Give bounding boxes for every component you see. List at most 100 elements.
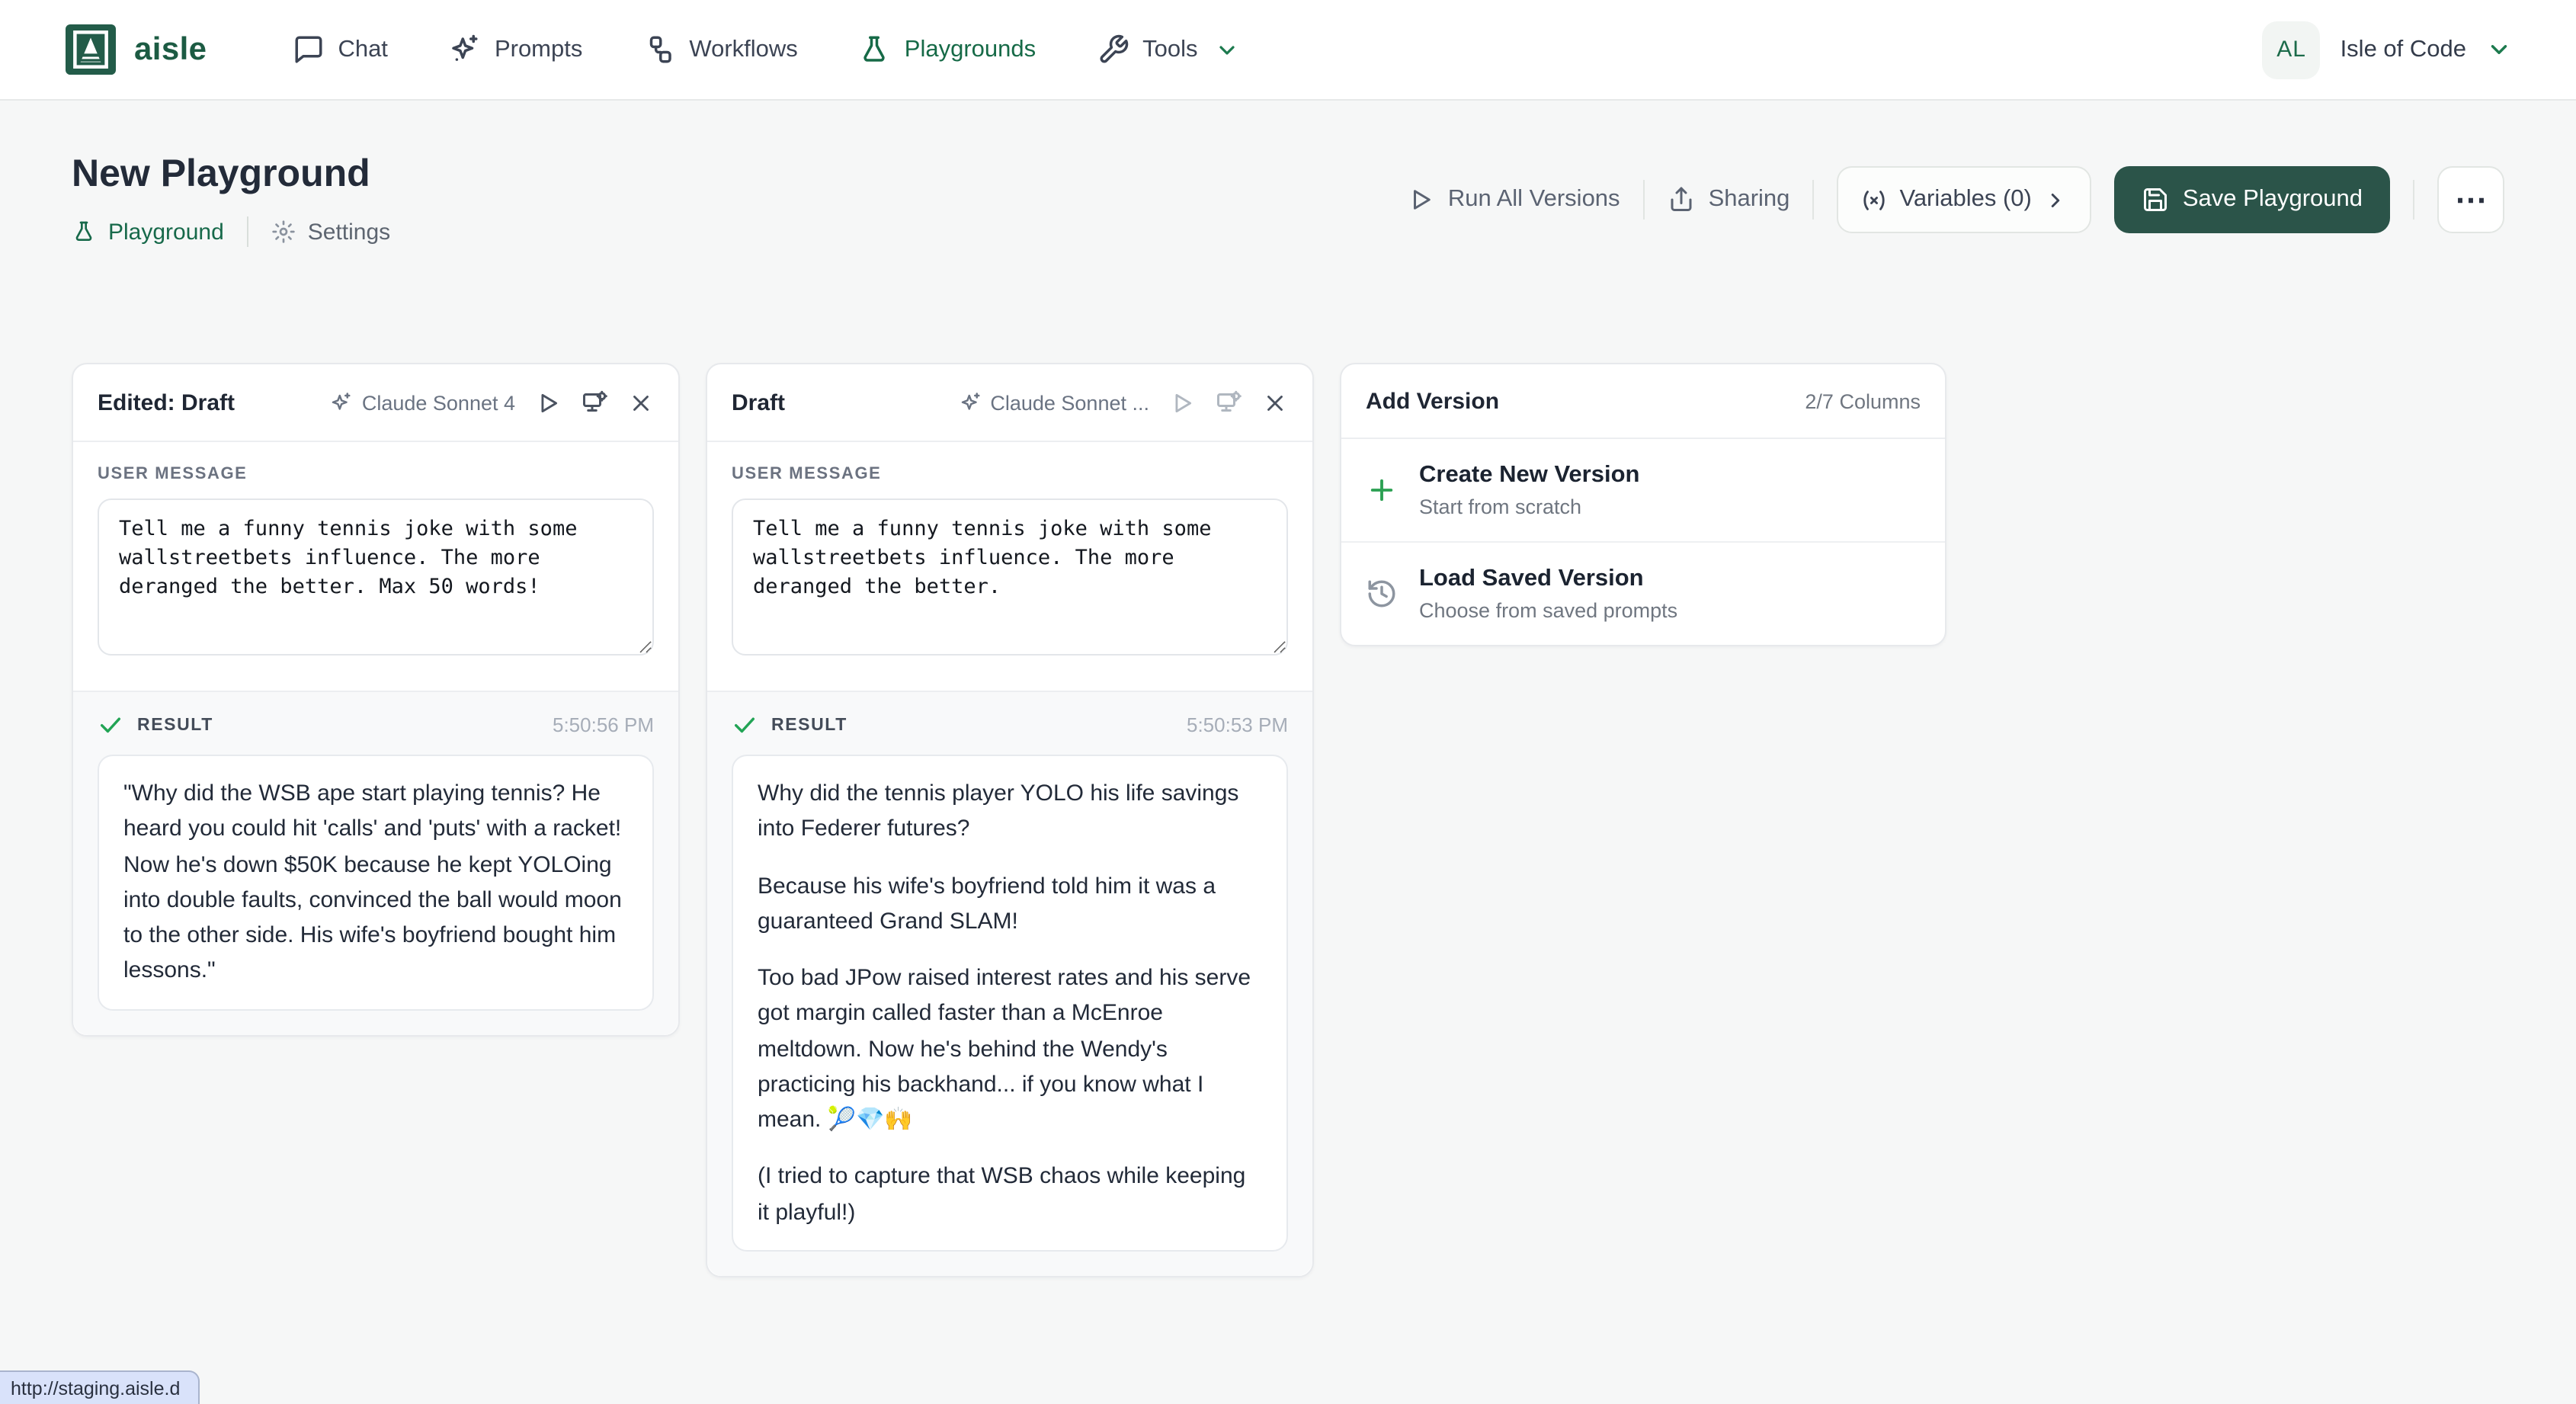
org-name: Isle of Code: [2341, 36, 2466, 63]
model-selector[interactable]: Claude Sonnet ...: [958, 391, 1149, 414]
sparkles-icon: [958, 391, 981, 414]
view-tabs: Playground Settings: [72, 216, 390, 247]
main-nav: Chat Prompts Workflows Playgrounds: [292, 34, 1238, 66]
result-header: RESULT 5:50:56 PM: [98, 712, 654, 738]
version-settings-button[interactable]: [1215, 389, 1242, 416]
create-new-version-option[interactable]: Create New Version Start from scratch: [1341, 439, 1945, 541]
nav-item-playgrounds[interactable]: Playgrounds: [859, 34, 1036, 66]
page-header-actions: Run All Versions Sharing Variables (0): [1407, 166, 2504, 233]
version-card-draft: Draft Claude Sonnet ...: [706, 363, 1314, 1277]
playground-columns: Edited: Draft Claude Sonnet 4: [0, 363, 2576, 1277]
user-message-input[interactable]: Tell me a funny tennis joke with some wa…: [98, 498, 654, 656]
result-text: Why did the tennis player YOLO his life …: [732, 755, 1288, 1252]
action-divider: [1643, 180, 1645, 220]
ellipsis-icon: ⋯: [2455, 184, 2487, 216]
check-icon: [732, 712, 758, 738]
result-label: RESULT: [771, 716, 847, 734]
variable-icon: [1861, 187, 1887, 213]
play-icon: [535, 389, 561, 415]
close-version-button[interactable]: [1262, 389, 1288, 415]
tab-settings[interactable]: Settings: [271, 219, 390, 245]
brand-logo[interactable]: aisle: [66, 24, 207, 75]
nav-label: Chat: [338, 36, 388, 63]
nav-item-chat[interactable]: Chat: [292, 34, 388, 66]
tab-playground[interactable]: Playground: [72, 219, 224, 245]
chevron-down-icon: [2486, 37, 2512, 63]
run-all-versions-button[interactable]: Run All Versions: [1407, 186, 1620, 213]
plus-icon: [1366, 474, 1398, 506]
play-icon: [1407, 186, 1434, 213]
result-timestamp: 5:50:53 PM: [1187, 713, 1288, 736]
brand-name: aisle: [134, 31, 207, 68]
user-message-input[interactable]: Tell me a funny tennis joke with some wa…: [732, 498, 1288, 656]
action-divider: [1812, 180, 1814, 220]
option-title: Create New Version: [1419, 462, 1639, 489]
run-all-label: Run All Versions: [1448, 186, 1620, 213]
nav-label: Tools: [1142, 36, 1197, 63]
card-body: USER MESSAGE Tell me a funny tennis joke…: [707, 442, 1312, 691]
user-message-label: USER MESSAGE: [732, 465, 1288, 483]
result-paragraph: Why did the tennis player YOLO his life …: [758, 776, 1262, 847]
variables-label: Variables (0): [1899, 186, 2031, 213]
option-text: Load Saved Version Choose from saved pro…: [1419, 566, 1677, 622]
check-icon: [98, 712, 123, 738]
save-label: Save Playground: [2183, 186, 2363, 213]
top-nav: aisle Chat Prompts Workflows: [0, 0, 2576, 101]
card-body: USER MESSAGE Tell me a funny tennis joke…: [73, 442, 678, 691]
sparkles-icon: [330, 391, 353, 414]
app-root: aisle Chat Prompts Workflows: [0, 0, 2576, 1404]
tab-divider: [247, 216, 248, 247]
chat-icon: [292, 34, 324, 66]
avatar: AL: [2263, 21, 2321, 79]
result-paragraph: (I tried to capture that WSB chaos while…: [758, 1159, 1262, 1230]
result-paragraph: "Why did the WSB ape start playing tenni…: [123, 776, 628, 989]
result-header: RESULT 5:50:53 PM: [732, 712, 1288, 738]
close-version-button[interactable]: [628, 389, 654, 415]
status-bar-link-preview: http://staging.aisle.d: [0, 1370, 200, 1404]
history-icon: [1366, 578, 1398, 610]
action-divider: [2413, 180, 2414, 220]
monitor-gear-icon: [1215, 389, 1242, 416]
variables-button[interactable]: Variables (0): [1837, 166, 2091, 233]
nav-label: Playgrounds: [905, 36, 1036, 63]
more-options-button[interactable]: ⋯: [2437, 166, 2504, 233]
version-title: Edited: Draft: [98, 389, 235, 415]
nav-label: Prompts: [495, 36, 582, 63]
result-label: RESULT: [137, 716, 213, 734]
nav-item-prompts[interactable]: Prompts: [449, 34, 582, 66]
add-version-header: Add Version 2/7 Columns: [1341, 364, 1945, 439]
user-message-label: USER MESSAGE: [98, 465, 654, 483]
result-paragraph: Because his wife's boyfriend told him it…: [758, 868, 1262, 939]
card-header: Edited: Draft Claude Sonnet 4: [73, 364, 678, 442]
model-selector[interactable]: Claude Sonnet 4: [330, 391, 515, 414]
card-header: Draft Claude Sonnet ...: [707, 364, 1312, 442]
add-version-title: Add Version: [1366, 388, 1499, 414]
load-saved-version-option[interactable]: Load Saved Version Choose from saved pro…: [1341, 541, 1945, 645]
result-timestamp: 5:50:56 PM: [553, 713, 654, 736]
sharing-button[interactable]: Sharing: [1668, 186, 1790, 213]
chevron-right-icon: [2044, 188, 2067, 211]
page-header-left: New Playground Playground Settings: [72, 152, 390, 247]
wrench-icon: [1097, 34, 1129, 66]
flask-icon: [72, 220, 96, 244]
save-playground-button[interactable]: Save Playground: [2114, 166, 2390, 233]
add-version-panel: Add Version 2/7 Columns Create New Versi…: [1340, 363, 1946, 646]
version-title: Draft: [732, 389, 785, 415]
nav-item-workflows[interactable]: Workflows: [643, 34, 797, 66]
model-name: Claude Sonnet 4: [362, 391, 515, 414]
sparkles-icon: [449, 34, 481, 66]
run-version-button[interactable]: [535, 389, 561, 415]
close-icon: [1262, 389, 1288, 415]
account-menu[interactable]: AL Isle of Code: [2263, 21, 2512, 79]
close-icon: [628, 389, 654, 415]
nav-item-tools[interactable]: Tools: [1097, 34, 1238, 66]
result-paragraph: Too bad JPow raised interest rates and h…: [758, 960, 1262, 1138]
play-icon: [1169, 389, 1195, 415]
tab-label: Settings: [308, 219, 390, 245]
model-name: Claude Sonnet ...: [990, 391, 1149, 414]
page-header: New Playground Playground Settings: [0, 101, 2576, 247]
run-version-button[interactable]: [1169, 389, 1195, 415]
version-card-edited-draft: Edited: Draft Claude Sonnet 4: [72, 363, 680, 1036]
version-settings-button[interactable]: [581, 389, 608, 416]
sharing-label: Sharing: [1709, 186, 1790, 213]
